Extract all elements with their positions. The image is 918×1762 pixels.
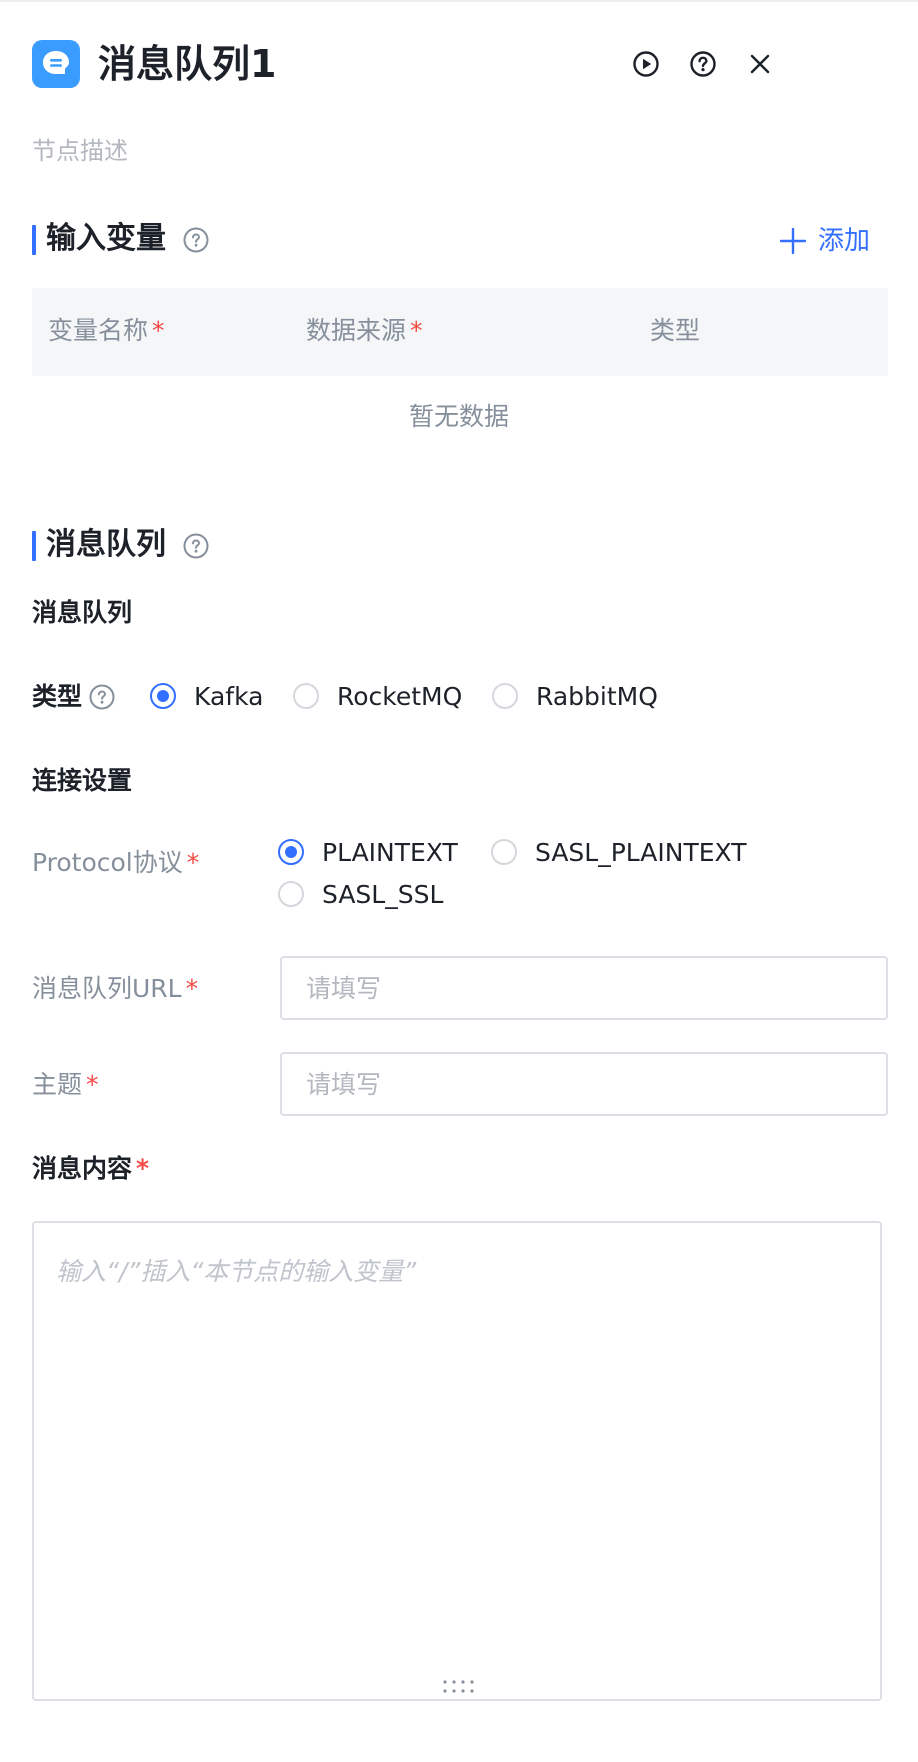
section-title: 消息队列 <box>46 527 166 562</box>
help-button[interactable] <box>685 46 721 82</box>
add-label: 添加 <box>818 226 871 256</box>
section-accent-bar <box>32 531 36 561</box>
column-header-type: 类型 <box>650 316 701 345</box>
chat-bubble-icon <box>32 40 80 88</box>
resize-handle-icon[interactable] <box>442 1679 476 1695</box>
queue-subheading: 消息队列 <box>32 598 133 627</box>
topic-label: 主题 * <box>32 1070 99 1099</box>
topic-input[interactable]: 请填写 <box>280 1052 888 1116</box>
radio-checked-icon <box>278 839 304 865</box>
question-circle-icon <box>690 51 716 77</box>
radio-unchecked-icon <box>492 683 518 709</box>
radio-unchecked-icon <box>491 839 517 865</box>
section-title: 输入变量 <box>46 221 166 256</box>
radio-checked-icon <box>150 683 176 709</box>
queue-url-input[interactable]: 请填写 <box>280 956 888 1020</box>
plus-icon <box>780 228 806 254</box>
radio-label: SASL_SSL <box>322 880 444 909</box>
column-header-source: 数据来源 * <box>306 316 423 345</box>
queue-url-label: 消息队列URL * <box>32 974 199 1003</box>
connection-settings-heading: 连接设置 <box>32 766 133 795</box>
protocol-label: Protocol协议 * <box>32 848 200 877</box>
editor-placeholder: 输入“/”插入“本节点的输入变量” <box>56 1257 417 1286</box>
variables-table-header: 变量名称 * 数据来源 * 类型 <box>32 288 888 376</box>
message-content-editor[interactable]: 输入“/”插入“本节点的输入变量” <box>32 1221 882 1701</box>
radio-label: RabbitMQ <box>536 682 658 711</box>
play-circle-icon <box>633 51 659 77</box>
radio-label: SASL_PLAINTEXT <box>535 838 747 867</box>
type-label: 类型 <box>32 682 83 711</box>
panel-header: 消息队列1 <box>32 40 886 88</box>
close-button[interactable] <box>742 46 778 82</box>
input-placeholder: 请填写 <box>306 1070 382 1099</box>
table-empty-text: 暂无数据 <box>408 402 509 431</box>
top-divider <box>0 0 918 2</box>
column-header-name: 变量名称 * <box>48 316 165 345</box>
question-circle-icon[interactable] <box>182 226 210 254</box>
radio-label: Kafka <box>194 682 264 711</box>
radio-unchecked-icon <box>278 881 304 907</box>
input-placeholder: 请填写 <box>306 974 382 1003</box>
section-accent-bar <box>32 225 36 255</box>
radio-label: RocketMQ <box>337 682 463 711</box>
message-content-label: 消息内容 * <box>32 1154 150 1183</box>
page-title: 消息队列1 <box>98 42 277 86</box>
question-circle-icon[interactable] <box>88 683 116 711</box>
question-circle-icon[interactable] <box>182 532 210 560</box>
radio-label: PLAINTEXT <box>322 838 458 867</box>
close-icon <box>750 54 770 74</box>
node-description-input[interactable]: 节点描述 <box>32 134 128 168</box>
run-button[interactable] <box>628 46 664 82</box>
radio-unchecked-icon <box>293 683 319 709</box>
